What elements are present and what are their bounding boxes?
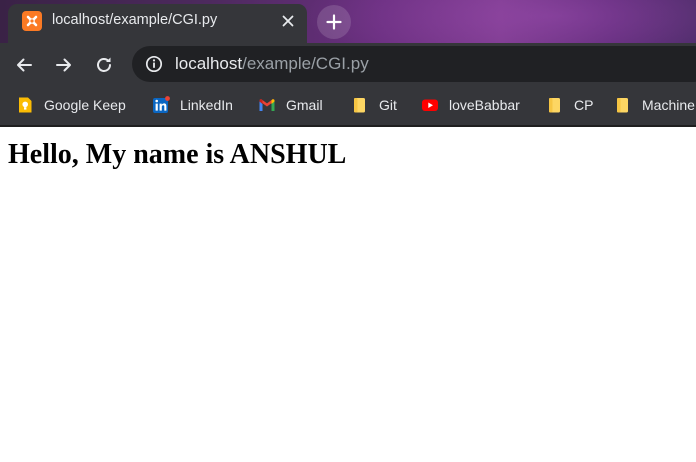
folder-icon (546, 96, 564, 114)
bookmark-git[interactable]: Git (351, 87, 397, 123)
page-content: Hello, My name is ANSHUL (0, 127, 696, 462)
gmail-icon (258, 96, 276, 114)
url-path: /example/CGI.py (242, 54, 369, 73)
bookmark-label: Machine (642, 97, 695, 113)
url-text[interactable]: localhost/example/CGI.py (175, 54, 369, 74)
page-heading: Hello, My name is ANSHUL (8, 139, 347, 170)
bookmark-linkedin[interactable]: LinkedIn (152, 87, 233, 123)
bookmark-label: Google Keep (44, 97, 126, 113)
url-host: localhost (175, 54, 243, 73)
bookmark-cp[interactable]: CP (546, 87, 593, 123)
bookmark-lovebabbar[interactable]: loveBabbar (421, 87, 520, 123)
bookmark-gmail[interactable]: Gmail (258, 87, 323, 123)
bookmark-label: Git (379, 97, 397, 113)
tab-active[interactable]: localhost/example/CGI.py (8, 4, 307, 43)
reload-button[interactable] (92, 53, 116, 77)
bookmark-label: LinkedIn (180, 97, 233, 113)
close-icon[interactable] (278, 11, 298, 31)
forward-arrow-icon (54, 55, 74, 75)
google-keep-icon (16, 96, 34, 114)
youtube-icon (421, 96, 439, 114)
bookmark-google-keep[interactable]: Google Keep (16, 87, 126, 123)
tab-title: localhost/example/CGI.py (52, 12, 218, 28)
bookmark-machine[interactable]: Machine (614, 87, 695, 123)
folder-icon (614, 96, 632, 114)
new-tab-button[interactable] (317, 5, 351, 39)
folder-icon (351, 96, 369, 114)
browser-toolbar: localhost/example/CGI.py (0, 43, 696, 87)
linkedin-icon (152, 96, 170, 114)
address-bar[interactable]: localhost/example/CGI.py (132, 46, 696, 82)
info-icon[interactable] (145, 55, 163, 73)
back-arrow-icon (14, 55, 34, 75)
forward-button[interactable] (52, 53, 76, 77)
reload-icon (94, 55, 114, 75)
bookmark-label: Gmail (286, 97, 323, 113)
xampp-icon (22, 11, 42, 31)
plus-icon (326, 14, 342, 30)
tab-strip: localhost/example/CGI.py (0, 0, 696, 43)
bookmarks-bar: Google Keep LinkedIn Gmail Git loveBabba… (0, 87, 696, 127)
back-button[interactable] (12, 53, 36, 77)
bookmark-label: CP (574, 97, 594, 113)
bookmark-label: loveBabbar (449, 97, 520, 113)
